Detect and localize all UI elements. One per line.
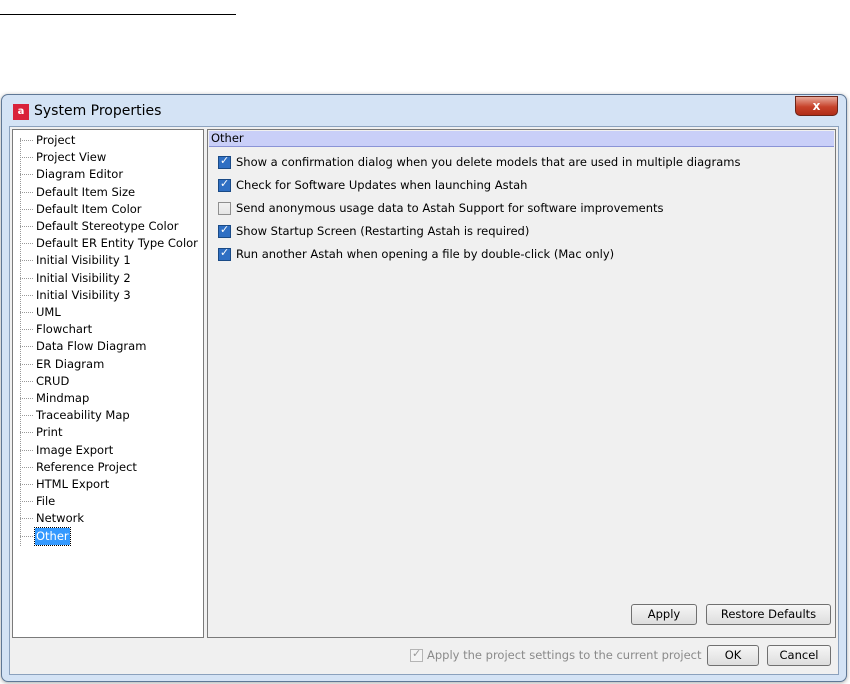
tree-connector <box>20 432 33 434</box>
tree-connector <box>20 140 33 141</box>
tree-item-label: File <box>36 494 56 509</box>
option-label: Check for Software Updates when launchin… <box>236 178 528 192</box>
category-tree[interactable]: Project Project View Diagram Editor Default… <box>12 129 204 638</box>
panel-header: Other <box>209 131 834 147</box>
tree-item-label: Initial Visibility 3 <box>36 287 131 302</box>
tree-item-label: CRUD <box>36 373 70 388</box>
tree-connector <box>20 226 33 227</box>
close-icon: x <box>812 99 821 113</box>
tree-connector <box>20 312 33 313</box>
checkbox-checked-icon[interactable] <box>218 154 231 169</box>
tree-connector <box>20 449 33 451</box>
tree-connector <box>20 260 33 262</box>
tree-connector <box>20 501 33 503</box>
option-label: Run another Astah when opening a file by… <box>236 247 615 261</box>
tree-item-label: HTML Export <box>36 477 110 491</box>
tree-item-label: Default Item Color <box>36 201 142 216</box>
tree-item-label: Flowchart <box>36 322 93 337</box>
tree-connector <box>20 277 33 279</box>
settings-panel: Other Apply Restore Defaults Show a conf… <box>207 129 836 638</box>
tree-item-label: Project View <box>36 150 107 165</box>
tree-item-label: Print <box>36 425 63 440</box>
tree-item-label: Image Export <box>36 442 114 457</box>
tree-connector <box>20 415 33 417</box>
tree-connector <box>20 174 33 176</box>
tree-item-label: Traceability Map <box>36 408 130 423</box>
tree-item-label: Initial Visibility 2 <box>36 270 131 285</box>
tree-connector <box>20 535 33 537</box>
restore-defaults-button[interactable]: Restore Defaults <box>706 604 831 625</box>
tree-connector <box>20 398 33 399</box>
tree-item-label: Diagram Editor <box>36 167 124 182</box>
tree-connector <box>20 191 33 193</box>
tree-connector <box>20 346 33 348</box>
tree-item-label: Other <box>34 526 71 546</box>
tree-connector <box>20 243 33 245</box>
tree-item-label: Project <box>36 133 76 147</box>
tree-item-label: Default Stereotype Color <box>36 219 179 233</box>
system-properties-dialog: a System Properties x Project Project Vie… <box>1 94 847 682</box>
checkbox-unchecked-icon[interactable] <box>218 202 231 215</box>
tree-item-label: Default ER Entity Type Color <box>36 236 198 251</box>
checkbox-icon <box>410 647 423 662</box>
checkbox-checked-icon[interactable] <box>218 246 231 261</box>
dialog-client-area: Project Project View Diagram Editor Default… <box>9 126 839 675</box>
tree-item-label: Data Flow Diagram <box>36 339 147 354</box>
option-label: Show Startup Screen (Restarting Astah is… <box>236 224 530 238</box>
tree-item-label: Initial Visibility 1 <box>36 253 131 268</box>
tree-connector <box>20 208 33 210</box>
tree-connector <box>20 329 33 331</box>
tree-item-label: Default Item Size <box>36 184 136 199</box>
checkbox-checked-icon[interactable] <box>218 177 231 192</box>
top-rule <box>0 14 236 15</box>
tree-item-label: Mindmap <box>36 391 90 405</box>
tree-connector <box>20 294 33 296</box>
option-label: Send anonymous usage data to Astah Suppo… <box>236 201 664 215</box>
astah-app-icon: a <box>13 104 29 120</box>
option-label: Show a confirmation dialog when you dele… <box>236 155 741 169</box>
tree-item-label: Network <box>36 511 85 526</box>
title-bar[interactable]: a System Properties x <box>2 95 846 127</box>
tree-connector <box>20 518 33 520</box>
tree-connector <box>20 380 33 382</box>
apply-button[interactable]: Apply <box>631 604 697 625</box>
tree-connector <box>20 363 33 365</box>
tree-connector <box>20 157 33 159</box>
checkbox-checked-icon[interactable] <box>218 223 231 238</box>
window-title: System Properties <box>34 103 162 119</box>
tree-connector <box>20 484 33 485</box>
cancel-button[interactable]: Cancel <box>767 645 831 666</box>
tree-connector <box>20 466 33 468</box>
ok-button[interactable]: OK <box>707 645 759 666</box>
tree-item-label: ER Diagram <box>36 356 105 371</box>
apply-project-settings-label: Apply the project settings to the curren… <box>427 648 702 662</box>
tree-item-label: Reference Project <box>36 459 137 474</box>
close-button[interactable]: x <box>795 96 838 116</box>
tree-item-label: UML <box>36 305 61 319</box>
